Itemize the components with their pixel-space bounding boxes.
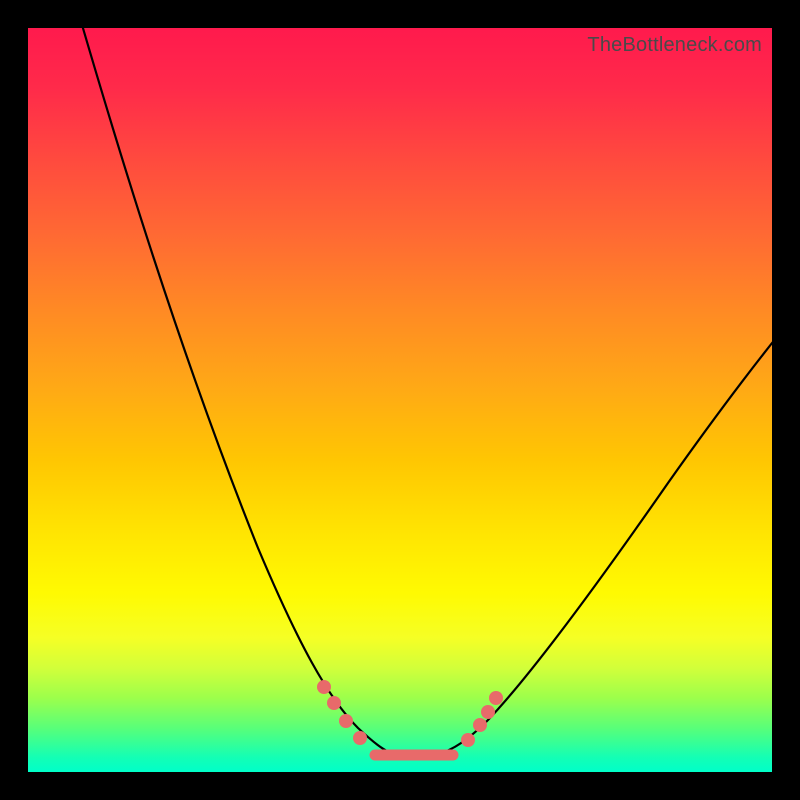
curve-right-branch: [438, 333, 780, 754]
confidence-marker: [353, 731, 367, 745]
confidence-marker: [473, 718, 487, 732]
chart-frame: TheBottleneck.com: [0, 0, 800, 800]
confidence-marker: [339, 714, 353, 728]
curve-left-branch: [80, 18, 393, 754]
plot-area: TheBottleneck.com: [28, 28, 772, 772]
confidence-marker: [489, 691, 503, 705]
confidence-marker: [327, 696, 341, 710]
confidence-marker: [481, 705, 495, 719]
confidence-marker: [461, 733, 475, 747]
bottleneck-curve-svg: [28, 28, 772, 772]
confidence-marker: [317, 680, 331, 694]
